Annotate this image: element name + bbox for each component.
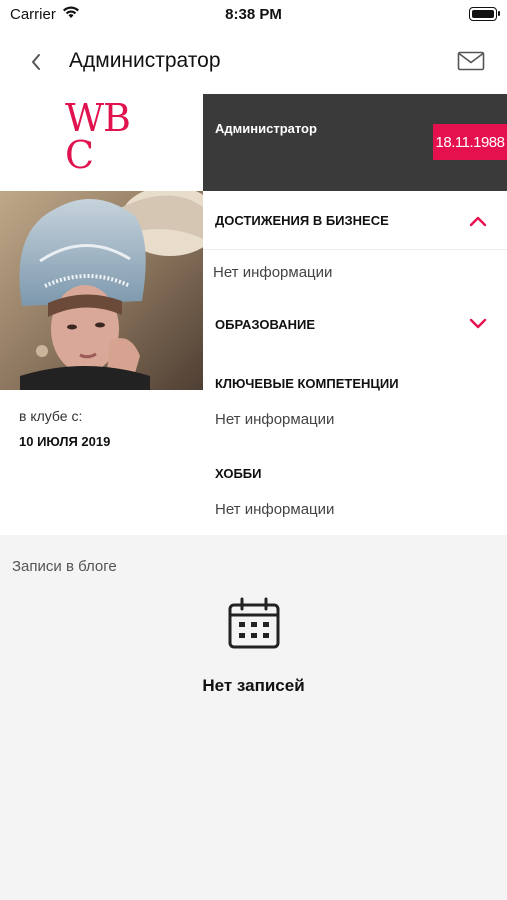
- back-button[interactable]: [22, 48, 50, 76]
- status-bar: Carrier 8:38 PM: [0, 0, 507, 30]
- calendar-icon: [228, 597, 280, 649]
- section-title: ОБРАЗОВАНИЕ: [215, 317, 315, 332]
- wbc-logo: WB C: [65, 96, 131, 177]
- profile-section: WB C в клубе с: 10 ИЮЛЯ 2019 Администрат…: [0, 94, 507, 535]
- logo-line-1: WB: [65, 96, 131, 140]
- no-posts-text: Нет записей: [202, 676, 305, 695]
- chevron-down-icon: [469, 318, 487, 329]
- mail-icon[interactable]: [457, 50, 485, 72]
- logo-line-2: C: [65, 133, 94, 177]
- nav-bar: Администратор: [0, 30, 507, 94]
- section-title-hobbies: ХОББИ: [215, 466, 262, 481]
- page-title: Администратор: [69, 49, 221, 72]
- profile-header: Администратор 18.11.1988: [203, 94, 507, 191]
- logo-box: WB C: [0, 94, 203, 191]
- chevron-left-icon: [32, 54, 40, 70]
- section-text-hobbies: Нет информации: [215, 501, 335, 518]
- birth-date-badge: 18.11.1988: [433, 124, 507, 160]
- blog-section-label: Записи в блоге: [12, 558, 117, 575]
- club-since-label: в клубе с:: [19, 408, 83, 424]
- club-since-date: 10 ИЮЛЯ 2019: [19, 434, 111, 449]
- chevron-up-icon: [469, 216, 487, 227]
- status-time: 8:38 PM: [225, 6, 282, 23]
- section-title: ДОСТИЖЕНИЯ В БИЗНЕСЕ: [215, 213, 389, 228]
- profile-name: Администратор: [215, 121, 317, 136]
- section-title-competencies: КЛЮЧЕВЫЕ КОМПЕТЕНЦИИ: [215, 376, 399, 391]
- profile-photo: [0, 191, 203, 390]
- battery-icon: [469, 7, 500, 21]
- divider: [203, 249, 507, 250]
- section-text-competencies: Нет информации: [215, 411, 335, 428]
- section-text: Нет информации: [213, 264, 333, 281]
